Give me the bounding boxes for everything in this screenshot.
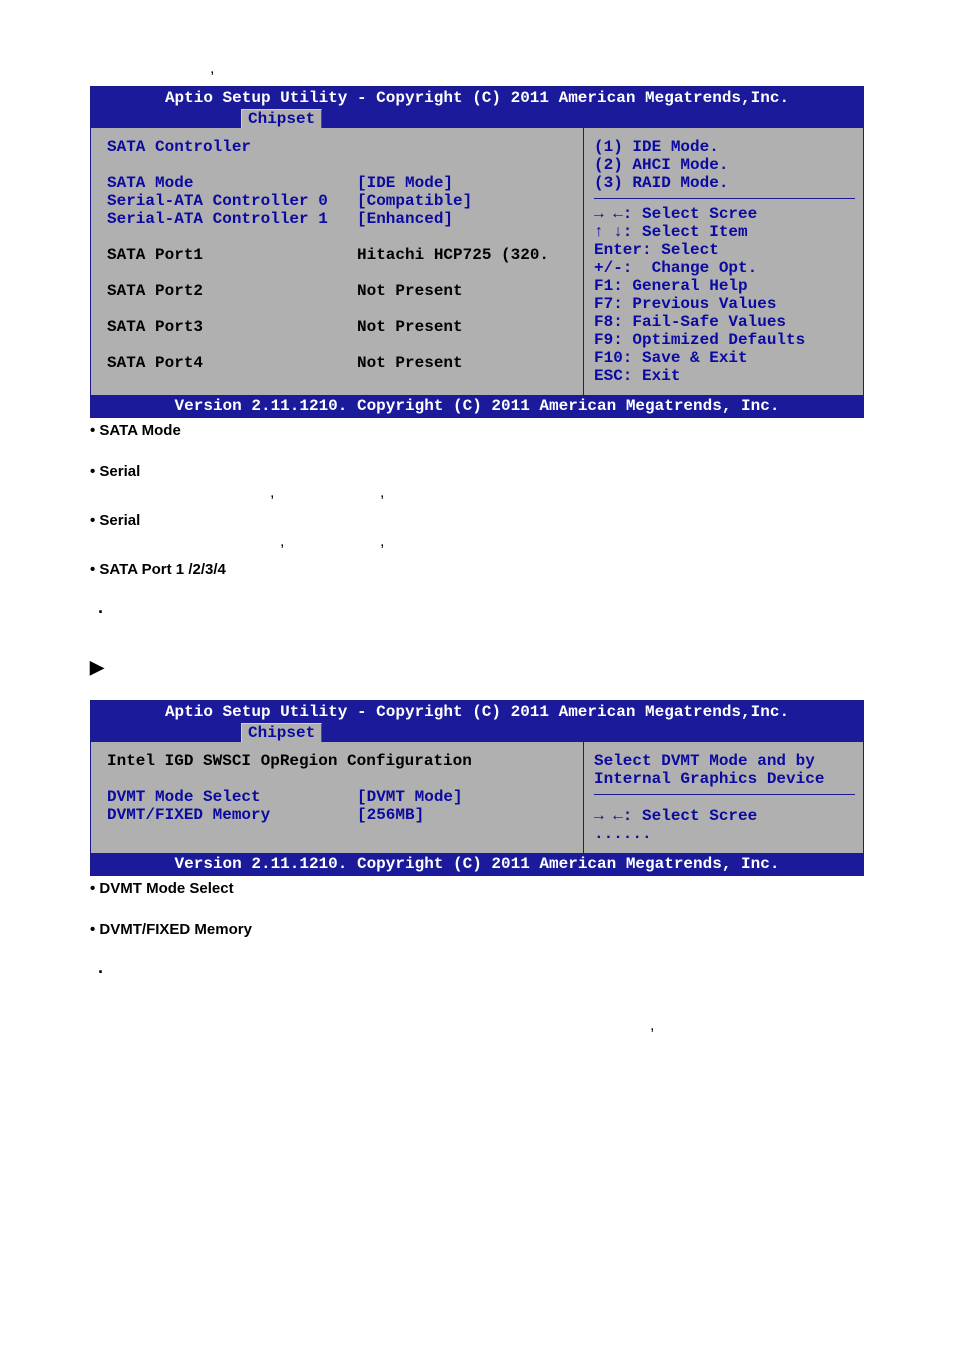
help-text: ESC: Exit bbox=[594, 367, 855, 385]
setting-value: [256MB] bbox=[357, 806, 575, 824]
tab-chipset-2[interactable]: Chipset bbox=[241, 723, 322, 742]
setting-value: Not Present bbox=[357, 282, 575, 300]
setting-label: SATA Controller bbox=[107, 138, 357, 156]
help-text: Enter: Select bbox=[594, 241, 855, 259]
bios-footer-1: Version 2.11.1210. Copyright (C) 2011 Am… bbox=[91, 395, 863, 417]
setting-label: SATA Port1 bbox=[107, 246, 357, 264]
help-text: Internal Graphics Device bbox=[594, 770, 855, 788]
bullet-dvmt-memory: DVMT/FIXED Memory bbox=[90, 921, 864, 938]
bios-left-panel-2: Intel IGD SWSCI OpRegion Configuration D… bbox=[91, 742, 583, 853]
setting-row: SATA Port1Hitachi HCP725 (320. bbox=[107, 246, 575, 264]
setting-value: [IDE Mode] bbox=[357, 174, 575, 192]
help-text: F10: Save & Exit bbox=[594, 349, 855, 367]
setting-dvmt-mode[interactable]: DVMT Mode Select [DVMT Mode] bbox=[107, 788, 575, 806]
bios-help-panel-2: Select DVMT Mode and byInternal Graphics… bbox=[583, 742, 863, 853]
help-text: +/-: Change Opt. bbox=[594, 259, 855, 277]
bios-header-2: Aptio Setup Utility - Copyright (C) 2011… bbox=[91, 701, 863, 723]
bios-window-1: Aptio Setup Utility - Copyright (C) 2011… bbox=[90, 86, 864, 418]
setting-label: SATA Mode bbox=[107, 174, 357, 192]
help-text: (2) AHCI Mode. bbox=[594, 156, 855, 174]
stray-comma: , bbox=[210, 60, 214, 78]
setting-row: SATA Port3Not Present bbox=[107, 318, 575, 336]
bullet-sata-mode: SATA Mode bbox=[90, 422, 864, 439]
stray-comma: , bbox=[380, 533, 384, 551]
bullet-serial-0: Serial bbox=[90, 463, 864, 480]
help-text: ...... bbox=[594, 825, 855, 843]
setting-dvmt-memory[interactable]: DVMT/FIXED Memory [256MB] bbox=[107, 806, 575, 824]
help-text: ↑ ↓: Select Item bbox=[594, 223, 855, 241]
bullet-dvmt-mode: DVMT Mode Select bbox=[90, 880, 864, 897]
setting-label: SATA Port2 bbox=[107, 282, 357, 300]
help-text: F9: Optimized Defaults bbox=[594, 331, 855, 349]
stray-comma: , bbox=[380, 484, 384, 502]
setting-label: Serial-ATA Controller 0 bbox=[107, 192, 357, 210]
help-text: (3) RAID Mode. bbox=[594, 174, 855, 192]
bios-header-1: Aptio Setup Utility - Copyright (C) 2011… bbox=[91, 87, 863, 109]
setting-value: Not Present bbox=[357, 354, 575, 372]
setting-row: SATA Port2Not Present bbox=[107, 282, 575, 300]
setting-value: [Compatible] bbox=[357, 192, 575, 210]
bios-help-panel-1: (1) IDE Mode.(2) AHCI Mode.(3) RAID Mode… bbox=[583, 128, 863, 395]
stray-comma: , bbox=[280, 533, 284, 551]
help-text: → ←: Select Scree bbox=[594, 205, 855, 223]
igd-title: Intel IGD SWSCI OpRegion Configuration bbox=[107, 752, 575, 770]
arrow-icon: ▶ bbox=[90, 657, 864, 678]
bios-window-2: Aptio Setup Utility - Copyright (C) 2011… bbox=[90, 700, 864, 876]
tab-chipset[interactable]: Chipset bbox=[241, 109, 322, 128]
setting-label: SATA Port3 bbox=[107, 318, 357, 336]
bios-tabs-1: Chipset bbox=[91, 109, 863, 128]
setting-row: SATA Port4Not Present bbox=[107, 354, 575, 372]
bios-footer-2: Version 2.11.1210. Copyright (C) 2011 Am… bbox=[91, 853, 863, 875]
setting-value: [DVMT Mode] bbox=[357, 788, 575, 806]
setting-value bbox=[357, 138, 575, 156]
setting-row[interactable]: Serial-ATA Controller 1[Enhanced] bbox=[107, 210, 575, 228]
help-text: (1) IDE Mode. bbox=[594, 138, 855, 156]
setting-label: Serial-ATA Controller 1 bbox=[107, 210, 357, 228]
stray-comma: , bbox=[270, 484, 274, 502]
stray-comma: , bbox=[90, 1017, 864, 1057]
dot-1: · bbox=[98, 602, 864, 623]
dot-2: · bbox=[98, 962, 864, 983]
setting-label: DVMT/FIXED Memory bbox=[107, 806, 357, 824]
bullet-sata-port: SATA Port 1 /2/3/4 bbox=[90, 561, 864, 578]
setting-row[interactable]: Serial-ATA Controller 0[Compatible] bbox=[107, 192, 575, 210]
help-text: F8: Fail-Safe Values bbox=[594, 313, 855, 331]
help-text: F7: Previous Values bbox=[594, 295, 855, 313]
setting-value: Hitachi HCP725 (320. bbox=[357, 246, 575, 264]
setting-row[interactable]: SATA Mode[IDE Mode] bbox=[107, 174, 575, 192]
help-text: → ←: Select Scree bbox=[594, 807, 855, 825]
help-text: Select DVMT Mode and by bbox=[594, 752, 855, 770]
bios-left-panel-1: SATA ControllerSATA Mode[IDE Mode]Serial… bbox=[91, 128, 583, 395]
setting-value: Not Present bbox=[357, 318, 575, 336]
bullet-serial-1: Serial bbox=[90, 512, 864, 529]
setting-row[interactable]: SATA Controller bbox=[107, 138, 575, 156]
bios-tabs-2: Chipset bbox=[91, 723, 863, 742]
help-text: F1: General Help bbox=[594, 277, 855, 295]
setting-label: SATA Port4 bbox=[107, 354, 357, 372]
setting-label: DVMT Mode Select bbox=[107, 788, 357, 806]
setting-value: [Enhanced] bbox=[357, 210, 575, 228]
